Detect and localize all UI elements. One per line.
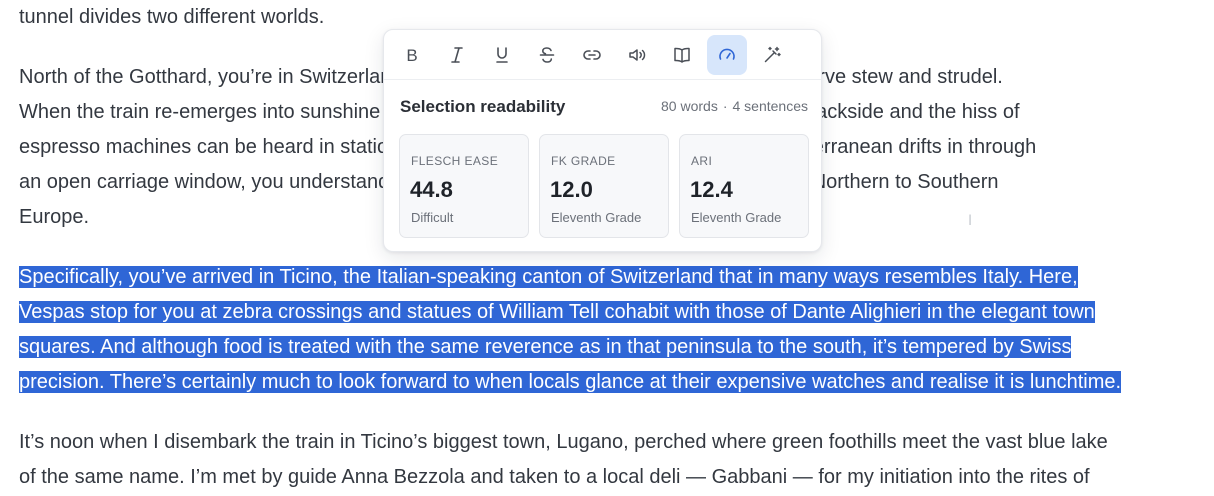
selection-stats: 80 words · 4 sentences xyxy=(661,98,808,114)
italic-icon xyxy=(451,47,463,63)
sentence-count: 4 sentences xyxy=(732,98,809,114)
card-description: Eleventh Grade xyxy=(551,210,642,225)
card-label: FK GRADE xyxy=(551,154,616,168)
card-value: 12.0 xyxy=(550,177,593,202)
gauge-icon xyxy=(719,48,735,60)
paragraph: tunnel divides two different worlds. xyxy=(19,0,324,35)
strikethrough-icon xyxy=(539,47,555,63)
selected-text-line[interactable]: Specifically, you’ve arrived in Ticino, … xyxy=(19,266,1078,288)
fk-grade-card: FK GRADE 12.0 Eleventh Grade xyxy=(539,134,669,238)
selected-text-line[interactable]: precision. There’s certainly much to loo… xyxy=(19,371,1122,393)
link-button[interactable] xyxy=(572,35,612,75)
card-label: ARI xyxy=(691,154,713,168)
readability-button[interactable] xyxy=(707,35,747,75)
toolbar-divider xyxy=(384,79,821,80)
book-icon xyxy=(674,47,690,63)
svg-text:B: B xyxy=(406,46,417,65)
card-description: Eleventh Grade xyxy=(691,210,782,225)
text-cursor-icon: I xyxy=(968,213,973,229)
stats-separator: · xyxy=(722,98,728,114)
format-toolbar: B xyxy=(392,35,792,75)
bold-icon: B xyxy=(406,46,417,65)
card-value: 44.8 xyxy=(410,177,453,202)
selected-text-line[interactable]: squares. And although food is treated wi… xyxy=(19,336,1072,358)
underline-button[interactable] xyxy=(482,35,522,75)
selected-paragraph[interactable]: Specifically, you’ve arrived in Ticino, … xyxy=(19,260,1122,400)
readability-cards: FLESCH EASE 44.8 Difficult FK GRADE 12.0… xyxy=(399,134,809,238)
italic-button[interactable] xyxy=(437,35,477,75)
word-count: 80 words xyxy=(661,98,718,114)
ai-assist-button[interactable] xyxy=(752,35,792,75)
strikethrough-button[interactable] xyxy=(527,35,567,75)
text-line: of the same name. I’m met by guide Anna … xyxy=(19,466,1090,488)
selection-popover: B Selection readability 80 words · 4 sente… xyxy=(383,29,822,252)
text-line: tunnel divides two different worlds. xyxy=(19,6,325,28)
read-aloud-button[interactable] xyxy=(617,35,657,75)
selected-text-line[interactable]: Vespas stop for you at zebra crossings a… xyxy=(19,301,1095,323)
underline-icon xyxy=(496,47,508,63)
card-label: FLESCH EASE xyxy=(411,154,499,168)
link-icon xyxy=(583,50,601,60)
flesch-ease-card: FLESCH EASE 44.8 Difficult xyxy=(399,134,529,238)
ari-card: ARI 12.4 Eleventh Grade xyxy=(679,134,809,238)
bold-button[interactable]: B xyxy=(392,35,432,75)
card-value: 12.4 xyxy=(690,177,733,202)
paragraph: It’s noon when I disembark the train in … xyxy=(19,425,1108,495)
text-line: It’s noon when I disembark the train in … xyxy=(19,431,1108,453)
speaker-icon xyxy=(629,49,646,61)
readability-title: Selection readability xyxy=(400,97,566,116)
magic-wand-icon xyxy=(764,46,781,63)
dictionary-button[interactable] xyxy=(662,35,702,75)
card-description: Difficult xyxy=(411,210,454,225)
